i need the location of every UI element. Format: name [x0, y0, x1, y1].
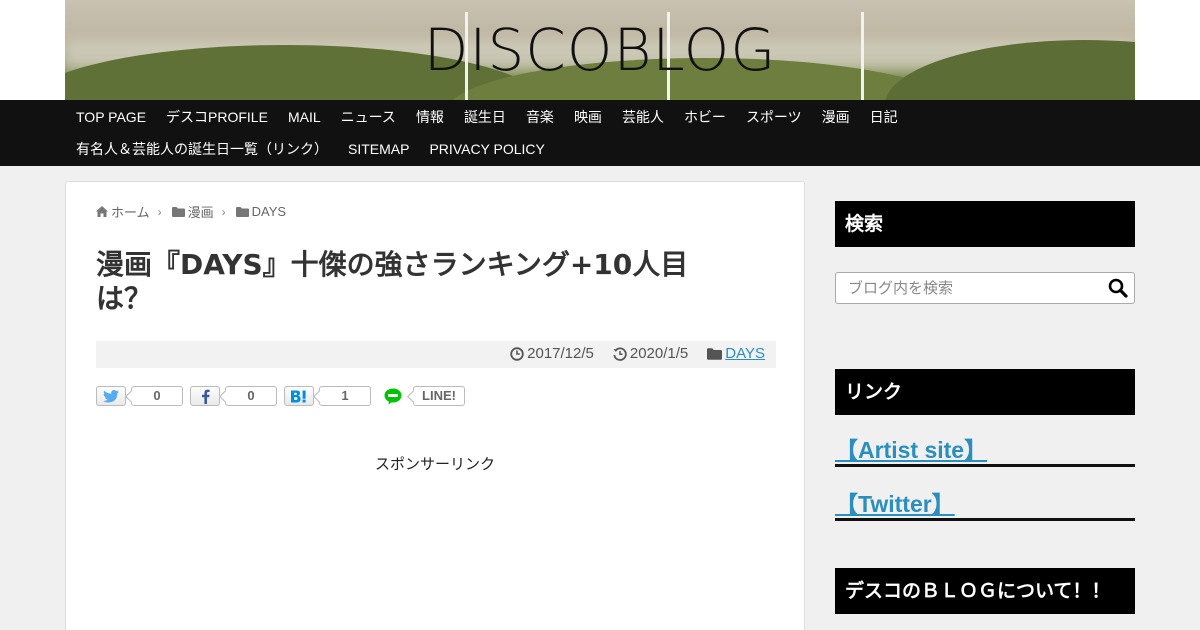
sidebar-links-heading: リンク — [835, 369, 1135, 415]
line-share-button[interactable] — [378, 386, 408, 406]
nav-item-top-page[interactable]: TOP PAGE — [66, 108, 156, 126]
folder-icon — [707, 347, 723, 360]
nav-item-privacy-policy[interactable]: PRIVACY POLICY — [419, 140, 554, 158]
breadcrumb-subcategory[interactable]: DAYS — [235, 204, 287, 219]
line-icon — [384, 388, 402, 404]
site-header: DISCOBLOG — [0, 0, 1200, 100]
post-category-link[interactable]: DAYS — [725, 345, 765, 362]
header-banner-image[interactable]: DISCOBLOG — [65, 0, 1135, 100]
nav-item-music[interactable]: 音楽 — [516, 108, 564, 126]
post-meta-bar: 2017/12/5 2020/1/5 DAYS — [96, 341, 776, 368]
search-form — [835, 272, 1135, 304]
sidebar-about-heading: デスコのＢＬＯＧについて！！ — [835, 568, 1135, 614]
nav-row-1: TOP PAGE デスコPROFILE MAIL ニュース 情報 誕生日 音楽 … — [66, 108, 908, 126]
nav-item-diary[interactable]: 日記 — [860, 108, 908, 126]
breadcrumb-home[interactable]: ホーム — [96, 202, 150, 221]
twitter-share-button[interactable] — [96, 386, 126, 406]
hatena-share-button[interactable] — [284, 386, 314, 406]
home-icon — [96, 206, 108, 217]
site-title[interactable]: DISCOBLOG — [65, 18, 1135, 82]
nav-item-sports[interactable]: スポーツ — [736, 108, 812, 126]
facebook-share: 0 — [190, 386, 277, 406]
sponsored-link-label: スポンサーリンク — [374, 455, 495, 473]
folder-icon — [171, 206, 185, 217]
hatena-share-count[interactable]: 1 — [319, 386, 371, 406]
history-icon — [613, 347, 627, 361]
facebook-share-count[interactable]: 0 — [225, 386, 277, 406]
artist-site-link[interactable]: 【Artist site】 — [835, 437, 987, 463]
post-category[interactable]: DAYS — [707, 345, 765, 362]
breadcrumb-category[interactable]: 漫画 — [171, 202, 214, 221]
breadcrumb-category-label: 漫画 — [187, 205, 214, 220]
twitter-share-count[interactable]: 0 — [131, 386, 183, 406]
nav-item-news[interactable]: ニュース — [331, 108, 406, 126]
nav-item-sitemap[interactable]: SITEMAP — [338, 140, 419, 158]
hatena-share: 1 — [284, 386, 371, 406]
search-icon[interactable] — [1108, 278, 1128, 298]
share-buttons: 0 0 1 LINE! — [96, 386, 472, 406]
updated-date-text: 2020/1/5 — [629, 345, 689, 362]
hatena-bookmark-icon — [291, 390, 306, 402]
breadcrumb-home-label: ホーム — [111, 205, 150, 220]
breadcrumb-subcategory-label: DAYS — [251, 204, 287, 219]
nav-item-profile[interactable]: デスコPROFILE — [156, 108, 278, 126]
updated-date: 2020/1/5 — [613, 345, 688, 362]
sidebar-link-twitter: 【Twitter】 — [835, 487, 1135, 521]
nav-row-2: 有名人＆芸能人の誕生日一覧（リンク） SITEMAP PRIVACY POLIC… — [66, 140, 555, 158]
nav-item-hobby[interactable]: ホビー — [674, 108, 736, 126]
twitter-link[interactable]: 【Twitter】 — [835, 491, 955, 517]
article-card: ホーム › 漫画 › DAYS 漫画『DAYS』十傑の強さランキング+10人目は… — [65, 181, 805, 630]
post-title: 漫画『DAYS』十傑の強さランキング+10人目は？ — [96, 248, 689, 315]
published-date: 2017/12/5 — [510, 345, 594, 362]
sidebar-search-heading: 検索 — [835, 201, 1135, 247]
twitter-icon — [103, 389, 119, 402]
sidebar-link-artist-site: 【Artist site】 — [835, 433, 1135, 467]
facebook-icon — [201, 389, 210, 404]
twitter-share: 0 — [96, 386, 183, 406]
breadcrumb: ホーム › 漫画 › DAYS — [96, 202, 286, 221]
facebook-share-button[interactable] — [190, 386, 220, 406]
chevron-right-icon: › — [221, 204, 226, 219]
line-share-label[interactable]: LINE! — [413, 386, 465, 406]
nav-item-movie[interactable]: 映画 — [564, 108, 612, 126]
nav-item-celebrity[interactable]: 芸能人 — [612, 108, 674, 126]
line-share: LINE! — [378, 386, 465, 406]
search-input[interactable] — [836, 273, 1102, 303]
chevron-right-icon: › — [157, 204, 162, 219]
nav-item-birthday[interactable]: 誕生日 — [454, 108, 516, 126]
folder-icon — [235, 206, 249, 217]
nav-item-manga[interactable]: 漫画 — [812, 108, 860, 126]
clock-icon — [510, 346, 524, 361]
nav-item-info[interactable]: 情報 — [406, 108, 454, 126]
nav-item-birthday-list[interactable]: 有名人＆芸能人の誕生日一覧（リンク） — [66, 140, 338, 158]
published-date-text: 2017/12/5 — [527, 345, 594, 362]
main-nav: TOP PAGE デスコPROFILE MAIL ニュース 情報 誕生日 音楽 … — [0, 100, 1200, 166]
nav-item-mail[interactable]: MAIL — [278, 108, 331, 126]
